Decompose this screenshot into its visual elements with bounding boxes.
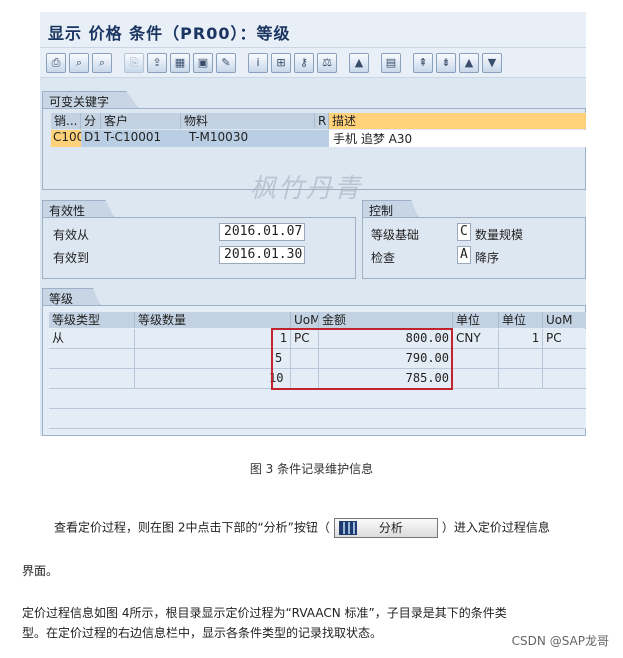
- col-material[interactable]: 物料: [181, 113, 315, 129]
- cell-customer[interactable]: T-C10001: [101, 130, 181, 147]
- validity-group: 有效从 2016.01.07 有效到 2016.01.30: [42, 217, 356, 279]
- scale-icon[interactable]: ⚖: [317, 52, 337, 73]
- down-icon[interactable]: ▼: [482, 52, 502, 73]
- info-icon[interactable]: i: [248, 52, 268, 73]
- check-label: 检查: [371, 251, 396, 265]
- image-icon[interactable]: ▲: [349, 52, 369, 73]
- key-icon[interactable]: ⚷: [294, 52, 314, 73]
- control-group: 等级基础 C 数量规模 检查 A 降序: [362, 217, 586, 279]
- paragraph-2-line-1: 定价过程信息如图 4所示，根目录显示定价过程为“RVAACN 标准”，子目录是其…: [22, 606, 507, 620]
- scale-row-2-currency[interactable]: [453, 349, 499, 369]
- scales-group: 等级类型 等级数量 UoM 金额 单位 单位 UoM 从 1 PC 800.00…: [42, 305, 586, 436]
- print-icon[interactable]: ⎙: [46, 52, 66, 73]
- control-group-tab[interactable]: 控制: [362, 200, 418, 217]
- scale-row-2-qty[interactable]: 5: [275, 351, 295, 365]
- scale-row-1-amount[interactable]: 800.00: [319, 329, 453, 349]
- edit-icon[interactable]: ✎: [216, 52, 236, 73]
- scale-row-3-per[interactable]: [499, 369, 543, 389]
- export-icon[interactable]: ⇪: [147, 52, 167, 73]
- scale-row-1-per[interactable]: 1: [499, 329, 543, 349]
- check-text: 降序: [475, 251, 500, 265]
- figure-caption: 图 3 条件记录维护信息: [249, 462, 374, 476]
- col-dist[interactable]: 分: [81, 113, 101, 129]
- scale-row-3-uom[interactable]: [291, 369, 319, 389]
- copy-icon[interactable]: ⎘: [124, 52, 144, 73]
- scale-row-2-qty-cell[interactable]: [135, 349, 291, 369]
- scale-row-empty[interactable]: [49, 409, 586, 429]
- key-group-tab[interactable]: 可变关键字: [42, 91, 138, 108]
- cell-dist[interactable]: D1: [81, 130, 101, 147]
- doc-icon[interactable]: ▤: [381, 52, 401, 73]
- valid-from-label: 有效从: [53, 228, 90, 242]
- calc-icon[interactable]: ▦: [170, 52, 190, 73]
- col-r[interactable]: R: [315, 113, 329, 129]
- validity-group-tab[interactable]: 有效性: [42, 200, 114, 217]
- scale-row-1-qty[interactable]: 1: [135, 329, 291, 349]
- scale-row-2-type[interactable]: [49, 349, 135, 369]
- valid-from-field[interactable]: 2016.01.07: [219, 223, 305, 241]
- col-uom[interactable]: UoM: [291, 312, 319, 328]
- toolbar: ⎙ ⌕ ⌕ ⎘ ⇪ ▦ ▣ ✎ i ⊞ ⚷ ⚖ ▲ ▤ ⇞ ⇟ ▲ ▼: [40, 48, 586, 78]
- col-scale-type[interactable]: 等级类型: [49, 312, 135, 328]
- scale-row-2-uom2[interactable]: [543, 349, 586, 369]
- last-page-icon[interactable]: ⇟: [436, 52, 456, 73]
- check-code[interactable]: A: [457, 246, 471, 264]
- scale-row-3-qty[interactable]: 10: [269, 371, 293, 385]
- sap-screenshot: 显示 价格 条件（PR00）：等级 ⎙ ⌕ ⌕ ⎘ ⇪ ▦ ▣ ✎ i ⊞ ⚷ …: [40, 12, 586, 436]
- col-scale-qty[interactable]: 等级数量: [135, 312, 291, 328]
- col-currency[interactable]: 单位: [453, 312, 499, 328]
- col-uom2[interactable]: UoM: [543, 312, 586, 328]
- analyze-button[interactable]: 分析: [333, 518, 438, 538]
- scale-row-3-qty-cell[interactable]: [135, 369, 291, 389]
- scale-base-label: 等级基础: [371, 228, 420, 242]
- struct-icon[interactable]: ⊞: [271, 52, 291, 73]
- valid-to-field[interactable]: 2016.01.30: [219, 246, 305, 264]
- paragraph-1-before: 查看定价过程，则在图 2中点击下部的“分析”按钮（: [54, 520, 330, 535]
- col-per[interactable]: 单位: [499, 312, 543, 328]
- col-description[interactable]: 描述: [329, 113, 586, 129]
- scale-row-3-type[interactable]: [49, 369, 135, 389]
- first-page-icon[interactable]: ⇞: [413, 52, 433, 73]
- scale-row-1-type[interactable]: 从: [49, 329, 135, 349]
- paragraph-1-end: 界面。: [22, 564, 59, 578]
- csdn-credit: CSDN @SAP龙哥: [511, 634, 609, 648]
- cell-sales-org[interactable]: C100: [51, 130, 81, 147]
- find-icon[interactable]: ⌕: [69, 52, 89, 73]
- scale-base-text: 数量规模: [475, 228, 524, 242]
- col-sales-org[interactable]: 销...: [51, 113, 81, 129]
- col-amount[interactable]: 金额: [319, 312, 453, 328]
- watermark: 枫竹丹青: [250, 174, 363, 204]
- scale-row-2-per[interactable]: [499, 349, 543, 369]
- scale-row-1-currency[interactable]: CNY: [453, 329, 499, 349]
- scales-group-tab[interactable]: 等级: [42, 288, 100, 305]
- paragraph-1-after: ）进入定价过程信息: [441, 520, 550, 535]
- scale-row-3-uom2[interactable]: [543, 369, 586, 389]
- analyze-icon: [338, 521, 357, 535]
- scale-row-2-amount[interactable]: 790.00: [319, 349, 453, 369]
- cell-r[interactable]: [315, 130, 329, 147]
- find-next-icon[interactable]: ⌕: [92, 52, 112, 73]
- scale-row-3-amount[interactable]: 785.00: [319, 369, 453, 389]
- scale-row-1-uom[interactable]: PC: [291, 329, 319, 349]
- scale-row-1-uom2[interactable]: PC: [543, 329, 586, 349]
- analyze-button-label: 分析: [378, 521, 403, 535]
- valid-to-label: 有效到: [53, 251, 90, 265]
- scale-base-code[interactable]: C: [457, 223, 471, 241]
- scale-row-empty[interactable]: [49, 389, 586, 409]
- col-customer[interactable]: 客户: [101, 113, 181, 129]
- up-icon[interactable]: ▲: [459, 52, 479, 73]
- scale-row-3-currency[interactable]: [453, 369, 499, 389]
- window-title: 显示 价格 条件（PR00）：等级: [40, 12, 586, 48]
- gift-icon[interactable]: ▣: [193, 52, 213, 73]
- paragraph-1: 查看定价过程，则在图 2中点击下部的“分析”按钮（ 分析 ）进入定价过程信息: [54, 518, 614, 538]
- paragraph-2-line-2: 型。在定价过程的右边信息栏中，显示各条件类型的记录找取状态。: [22, 626, 383, 640]
- scale-row-2-uom[interactable]: [291, 349, 319, 369]
- cell-material[interactable]: T-M10030: [181, 130, 315, 147]
- cell-description[interactable]: 手机 追梦 A30: [329, 130, 586, 147]
